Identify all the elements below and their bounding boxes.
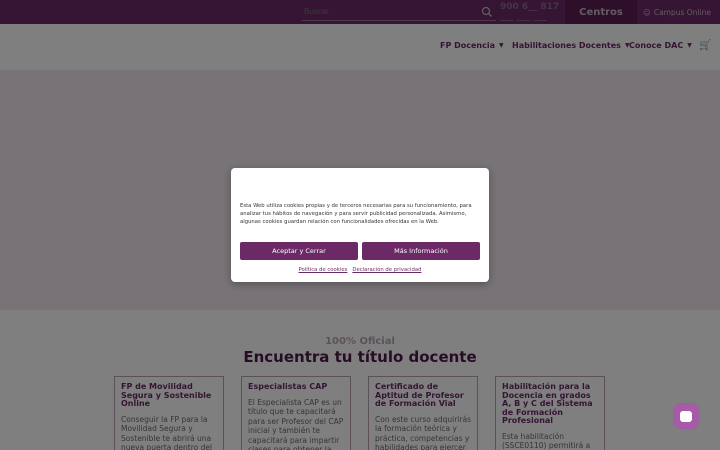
more-info-button[interactable]: Más Información bbox=[362, 242, 480, 260]
cookie-links: Política de cookies Declaración de priva… bbox=[231, 267, 489, 273]
privacy-statement-link[interactable]: Declaración de privacidad bbox=[352, 267, 421, 273]
cookie-message: Esta Web utiliza cookies propias y de te… bbox=[240, 203, 472, 225]
accept-cookies-button[interactable]: Aceptar y Cerrar bbox=[240, 242, 358, 260]
cookie-consent-modal: Esta Web utiliza cookies propias y de te… bbox=[231, 168, 489, 282]
cookie-policy-link[interactable]: Política de cookies bbox=[299, 267, 348, 273]
chat-bubble-icon bbox=[680, 410, 692, 422]
chat-button[interactable] bbox=[673, 403, 699, 429]
